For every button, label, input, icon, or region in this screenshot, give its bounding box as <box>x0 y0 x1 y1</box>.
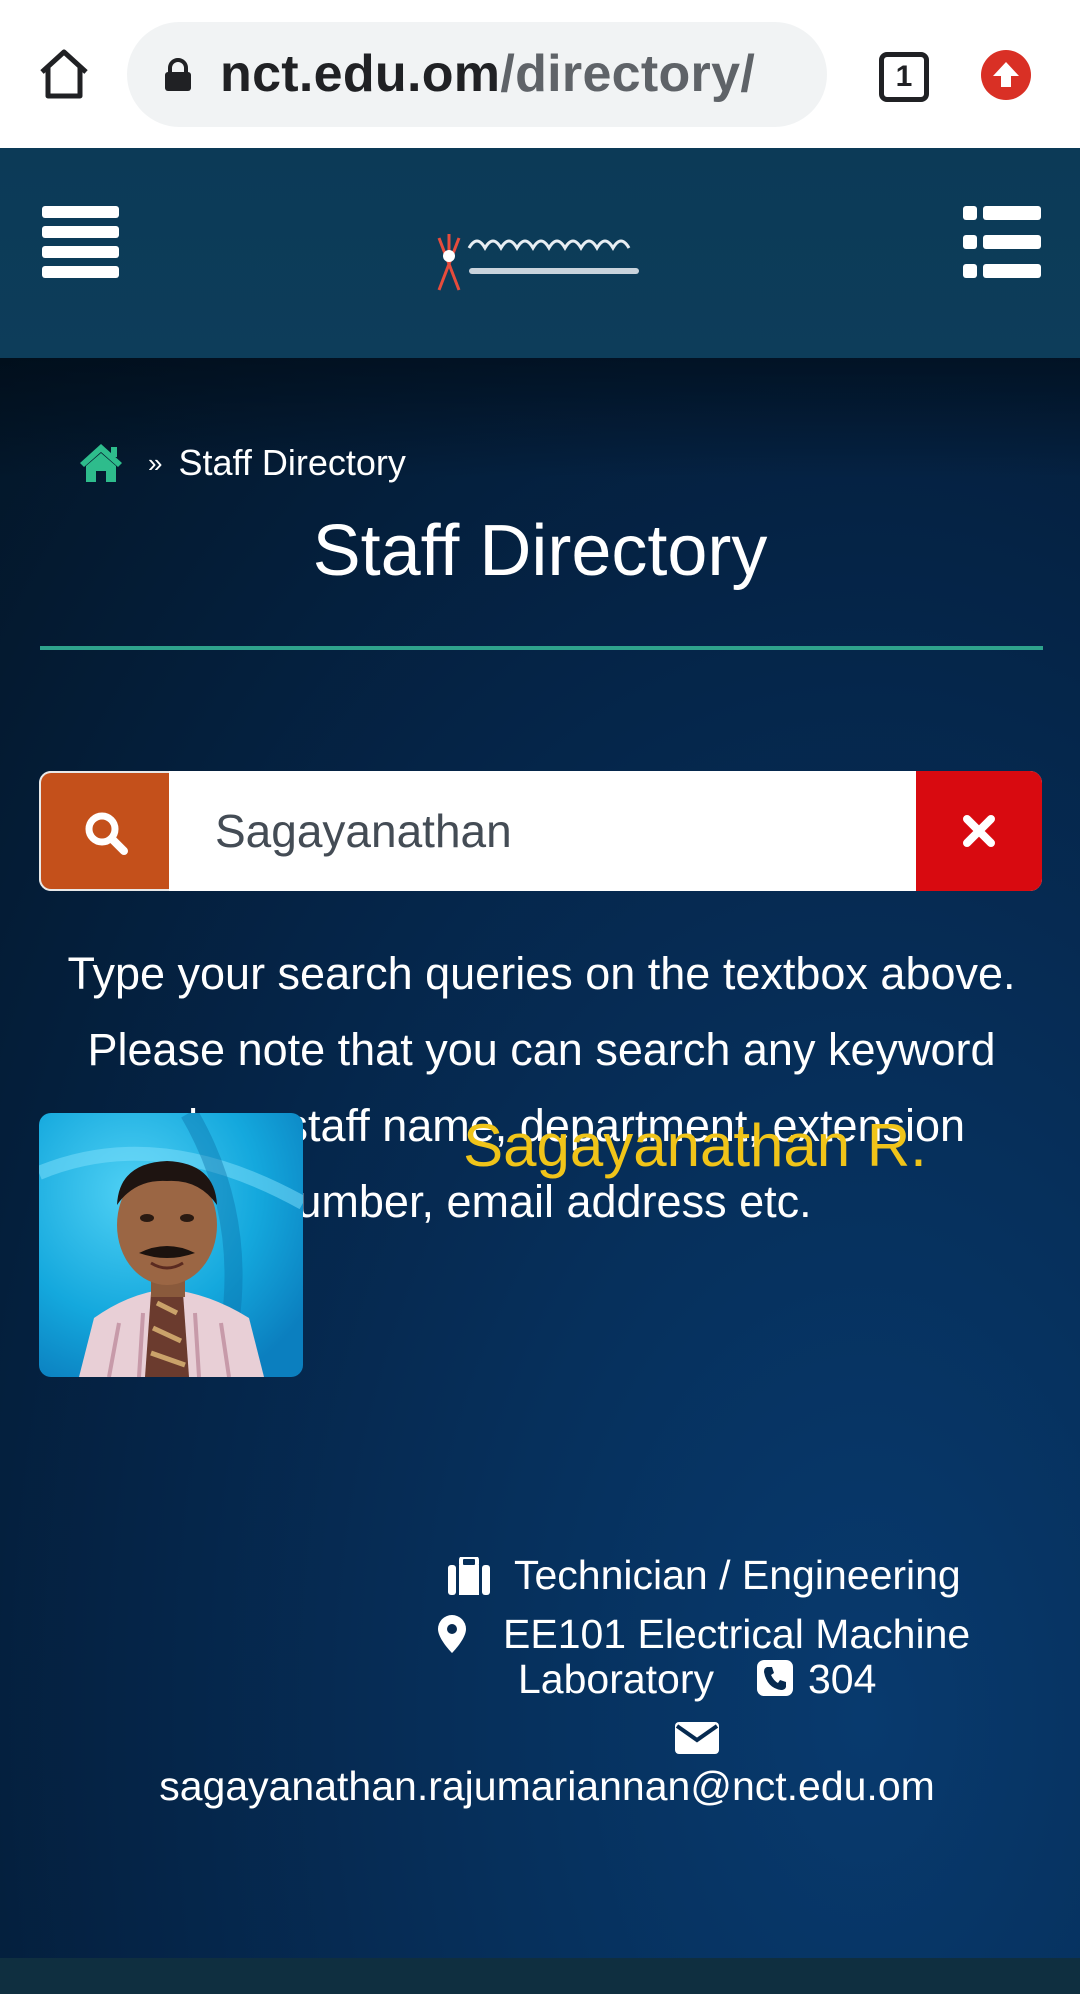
breadcrumb-home-icon[interactable] <box>78 442 124 484</box>
list-menu-icon[interactable] <box>963 206 1041 278</box>
staff-name: Sagayanathan R. <box>463 1112 927 1179</box>
hamburger-menu-icon[interactable] <box>42 206 119 278</box>
map-marker-icon <box>438 1615 466 1653</box>
staff-email-link[interactable]: sagayanathan.rajumariannan@nct.edu.om <box>0 1762 1080 1810</box>
close-icon <box>963 815 995 847</box>
staff-location-line2: Laboratory <box>518 1656 715 1702</box>
home-icon[interactable] <box>34 44 94 104</box>
search-input[interactable] <box>169 771 916 891</box>
phone-icon <box>757 1660 793 1696</box>
url-domain: nct.edu.om <box>220 45 501 103</box>
staff-position: Technician / Engineering <box>514 1552 961 1598</box>
staff-photo <box>39 1113 303 1377</box>
staff-location-line1: EE101 Electrical Machine <box>503 1611 971 1657</box>
browser-toolbar: nct.edu.om/directory/ 1 <box>0 0 1080 148</box>
breadcrumb: » Staff Directory <box>78 438 406 488</box>
search-box <box>39 771 1042 891</box>
update-icon[interactable] <box>981 50 1031 100</box>
site-header <box>0 148 1080 358</box>
breadcrumb-separator: » <box>148 447 163 478</box>
page-title: Staff Directory <box>312 511 768 591</box>
tab-switcher-icon[interactable]: 1 <box>879 52 929 102</box>
search-button[interactable] <box>39 771 169 891</box>
address-bar[interactable]: nct.edu.om/directory/ <box>127 22 827 127</box>
url-path: /directory/ <box>500 45 756 103</box>
briefcase-icon <box>448 1557 490 1595</box>
university-logo[interactable] <box>433 218 648 298</box>
clear-search-button[interactable] <box>916 771 1042 891</box>
footer-strip <box>0 1958 1080 1994</box>
search-icon <box>85 812 128 855</box>
url-text: nct.edu.om/directory/ <box>220 44 755 104</box>
title-divider <box>40 646 1043 650</box>
envelope-icon <box>675 1722 719 1754</box>
breadcrumb-current: Staff Directory <box>178 442 406 483</box>
staff-extension: 304 <box>808 1656 877 1702</box>
lock-icon <box>165 58 191 91</box>
